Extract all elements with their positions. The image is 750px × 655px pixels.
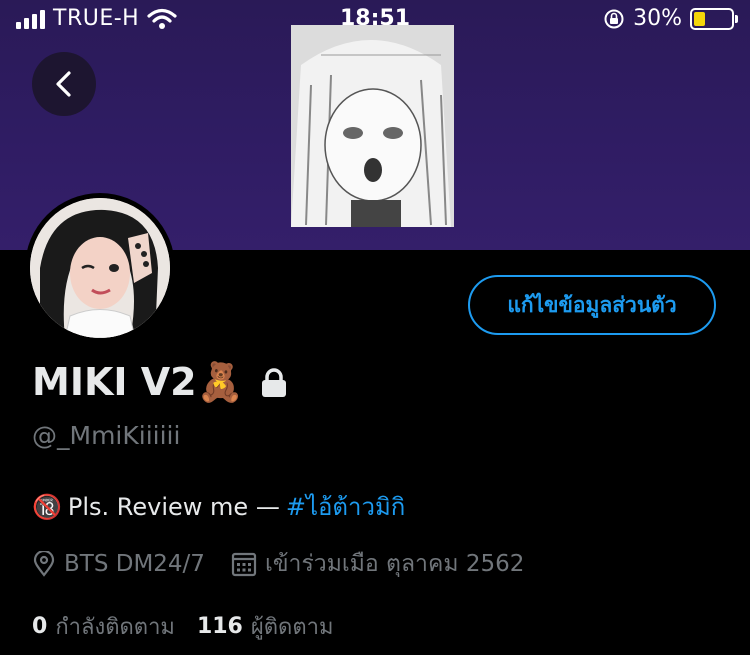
following-label[interactable]: กำลังติดตาม	[55, 609, 175, 644]
rotation-lock-icon	[604, 9, 624, 28]
battery-level-fill	[694, 11, 705, 26]
display-name: MIKI V2🧸	[32, 360, 244, 404]
bio-text: Pls. Review me —	[67, 492, 280, 521]
battery-percent: 30%	[633, 6, 682, 31]
bio-hashtag-link[interactable]: #ไอ้ต้าวมิกิ	[286, 487, 405, 526]
join-date-text: เข้าร่วมเมือ ตุลาคม 2562	[264, 551, 525, 577]
back-button[interactable]	[32, 52, 96, 116]
chevron-left-icon	[56, 71, 71, 97]
bio: 🔞 Pls. Review me — #ไอ้ต้าวมิกิ	[32, 487, 405, 526]
battery-icon	[690, 7, 738, 30]
location-pin-icon	[33, 551, 55, 577]
teddy-bear-emoji: 🧸	[196, 360, 244, 404]
location: BTS DM24/7	[32, 551, 205, 577]
handle: @_MmiKiiiiii	[32, 421, 181, 450]
avatar-frame[interactable]	[25, 193, 175, 343]
status-right: 30%	[603, 6, 738, 31]
no-under-18-icon: 🔞	[32, 492, 62, 521]
location-text: BTS DM24/7	[64, 551, 205, 577]
follow-stats: 0 กำลังติดตาม 116 ผู้ติดตาม	[32, 609, 355, 644]
banner-artwork-image	[291, 25, 454, 227]
calendar-icon	[231, 552, 257, 577]
profile-meta: BTS DM24/7 เข้าร่วมเมือ ตุลาคม 2562	[32, 546, 550, 582]
following-count[interactable]: 0	[32, 614, 47, 639]
followers-label[interactable]: ผู้ติดตาม	[251, 609, 334, 644]
edit-profile-button[interactable]: แก้ไขข้อมูลส่วนตัว	[468, 275, 716, 335]
lock-icon	[261, 367, 286, 397]
followers-count[interactable]: 116	[197, 614, 243, 639]
name-row: MIKI V2🧸	[32, 360, 290, 405]
join-date: เข้าร่วมเมือ ตุลาคม 2562	[231, 546, 524, 582]
avatar[interactable]	[30, 198, 170, 338]
